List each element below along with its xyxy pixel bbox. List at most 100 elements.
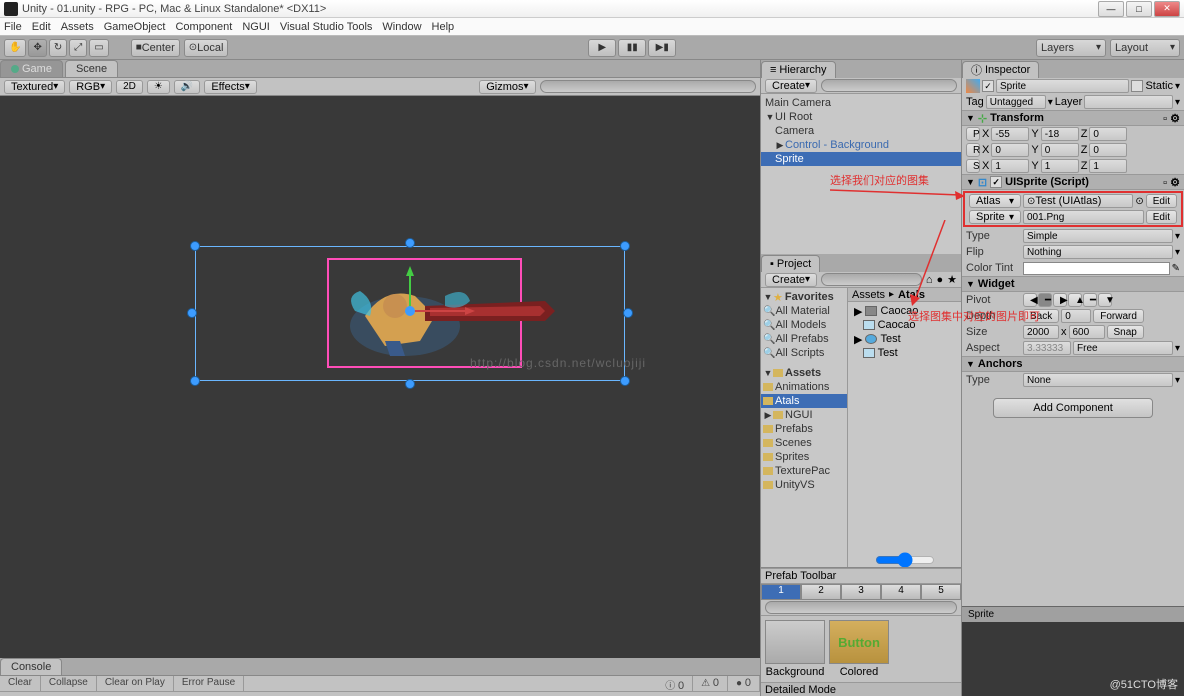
atlas-button[interactable]: Atlas ▾ xyxy=(969,194,1021,208)
rot-x[interactable]: 0 xyxy=(991,143,1029,157)
prefab-search[interactable] xyxy=(765,601,957,614)
project-create[interactable]: Create ▾ xyxy=(765,273,817,287)
console-collapse[interactable]: Collapse xyxy=(41,676,97,691)
layers-dropdown[interactable]: Layers ▾ xyxy=(1036,39,1106,57)
shading-dropdown[interactable]: Textured ▾ xyxy=(4,80,65,94)
menu-help[interactable]: Help xyxy=(432,21,455,33)
handle[interactable] xyxy=(620,241,630,251)
hierarchy-search[interactable] xyxy=(821,79,957,92)
scale-tool[interactable]: ⤢ xyxy=(69,39,87,57)
rgb-dropdown[interactable]: RGB ▾ xyxy=(69,80,112,94)
console-info-count[interactable]: ⓘ 0 xyxy=(657,676,693,691)
sprite-button[interactable]: Sprite ▾ xyxy=(969,210,1021,224)
tree-row[interactable]: Main Camera xyxy=(761,96,961,110)
handle[interactable] xyxy=(620,376,630,386)
atlas-field[interactable]: ⊙Test (UIAtlas) xyxy=(1023,194,1133,208)
depth-forward[interactable]: Forward xyxy=(1093,309,1144,323)
uisprite-header[interactable]: ▼⊡✓UISprite (Script)▫ ⚙ xyxy=(962,174,1184,190)
rotate-tool[interactable]: ↻ xyxy=(49,39,67,57)
close-button[interactable]: ✕ xyxy=(1154,1,1180,17)
assets-header[interactable]: ▼Assets xyxy=(761,366,847,380)
tab-game[interactable]: Game xyxy=(0,60,63,77)
tree-row[interactable]: 🔍All Material xyxy=(761,304,847,318)
handle[interactable] xyxy=(190,241,200,251)
prefab-tab[interactable]: 1 xyxy=(761,584,801,600)
tree-row[interactable]: Scenes xyxy=(761,436,847,450)
active-checkbox[interactable]: ✓ xyxy=(982,80,994,92)
tree-row[interactable]: 🔍All Scripts xyxy=(761,346,847,360)
gizmos-dropdown[interactable]: Gizmos ▾ xyxy=(479,80,535,94)
tree-row[interactable]: 🔍All Models xyxy=(761,318,847,332)
transform-header[interactable]: ▼⊹Transform▫ ⚙ xyxy=(962,110,1184,126)
console-clear[interactable]: Clear xyxy=(0,676,41,691)
tag-dropdown[interactable]: Untagged xyxy=(986,95,1046,109)
tree-row[interactable]: ▶NGUI xyxy=(761,408,847,422)
prefab-tab[interactable]: 5 xyxy=(921,584,961,600)
aspect-dropdown[interactable]: Free xyxy=(1073,341,1173,355)
tree-row[interactable]: Animations xyxy=(761,380,847,394)
tab-hierarchy[interactable]: ≡ Hierarchy xyxy=(761,61,836,78)
menu-vstools[interactable]: Visual Studio Tools xyxy=(280,21,373,33)
tree-row[interactable]: UnityVS xyxy=(761,478,847,492)
scale-z[interactable]: 1 xyxy=(1089,159,1127,173)
project-zoom-slider[interactable] xyxy=(875,552,935,568)
transform-gizmo[interactable] xyxy=(380,266,480,326)
tab-scene[interactable]: Scene xyxy=(65,60,118,77)
console-error-count[interactable]: ● 0 xyxy=(728,676,760,691)
layout-dropdown[interactable]: Layout ▾ xyxy=(1110,39,1180,57)
scale-x[interactable]: 1 xyxy=(991,159,1029,173)
handle[interactable] xyxy=(623,308,633,318)
scene-viewport[interactable]: http://blog.csdn.net/wcluojiji xyxy=(0,96,760,658)
tree-row-selected[interactable]: Atals xyxy=(761,394,847,408)
scene-search[interactable] xyxy=(540,80,756,93)
handle[interactable] xyxy=(405,379,415,389)
color-field[interactable] xyxy=(1023,262,1170,275)
size-h[interactable]: 600 xyxy=(1069,325,1105,339)
preview-header[interactable]: Sprite xyxy=(962,607,1184,622)
widget-header[interactable]: ▼Widget xyxy=(962,276,1184,292)
tab-inspector[interactable]: ⓘ Inspector xyxy=(962,61,1039,78)
tree-row[interactable]: Prefabs xyxy=(761,422,847,436)
prefab-tab[interactable]: 3 xyxy=(841,584,881,600)
favorites-header[interactable]: ▼★Favorites xyxy=(761,290,847,304)
hand-tool[interactable]: ✋ xyxy=(4,39,26,57)
pause-button[interactable]: ▮▮ xyxy=(618,39,646,57)
handle[interactable] xyxy=(187,308,197,318)
menu-ngui[interactable]: NGUI xyxy=(242,21,270,33)
tree-row[interactable]: Camera xyxy=(761,124,961,138)
tree-row[interactable]: Sprites xyxy=(761,450,847,464)
flip-dropdown[interactable]: Nothing xyxy=(1023,245,1173,259)
size-w[interactable]: 2000 xyxy=(1023,325,1059,339)
menu-component[interactable]: Component xyxy=(175,21,232,33)
play-button[interactable]: ▶ xyxy=(588,39,616,57)
prefab-tab[interactable]: 4 xyxy=(881,584,921,600)
snap-button[interactable]: Snap xyxy=(1107,325,1144,339)
pos-z[interactable]: 0 xyxy=(1089,127,1127,141)
menu-edit[interactable]: Edit xyxy=(32,21,51,33)
rot-z[interactable]: 0 xyxy=(1089,143,1127,157)
pivot-local-button[interactable]: ⊙ Local xyxy=(184,39,229,57)
pivot-buttons[interactable]: ◀━▶ ▲━▼ xyxy=(1023,293,1112,307)
name-field[interactable]: Sprite xyxy=(996,79,1129,93)
static-checkbox[interactable] xyxy=(1131,80,1143,92)
list-item[interactable]: Test xyxy=(850,346,959,360)
anchor-type-dropdown[interactable]: None xyxy=(1023,373,1173,387)
handle[interactable] xyxy=(405,238,415,248)
pos-y[interactable]: -18 xyxy=(1041,127,1079,141)
tab-project[interactable]: ▪ Project xyxy=(761,255,820,272)
prefab-tab[interactable]: 2 xyxy=(801,584,841,600)
project-search[interactable] xyxy=(821,273,922,286)
tree-row[interactable]: 🔍All Prefabs xyxy=(761,332,847,346)
minimize-button[interactable]: — xyxy=(1098,1,1124,17)
sprite-field[interactable]: 001.Png xyxy=(1023,210,1144,224)
scale-y[interactable]: 1 xyxy=(1041,159,1079,173)
anchors-header[interactable]: ▼Anchors xyxy=(962,356,1184,372)
prefab-item[interactable]: Button Colored xyxy=(829,620,889,678)
menu-assets[interactable]: Assets xyxy=(61,21,94,33)
console-warn-count[interactable]: ⚠ 0 xyxy=(693,676,728,691)
move-tool[interactable]: ✥ xyxy=(28,39,46,57)
detail-mode-dropdown[interactable]: Detailed Mode xyxy=(765,684,836,696)
tree-row[interactable]: TexturePac xyxy=(761,464,847,478)
light-toggle[interactable]: ☀ xyxy=(147,80,170,94)
2d-toggle[interactable]: 2D xyxy=(116,80,143,94)
